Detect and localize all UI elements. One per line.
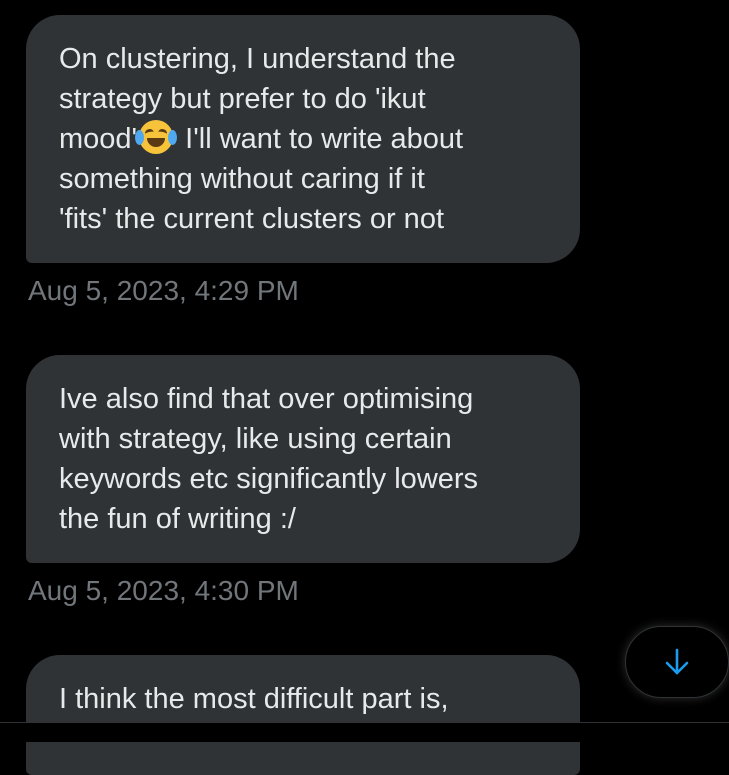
message-text-line: strategy but prefer to do 'ikut <box>59 83 426 115</box>
message-text-line: the fun of writing :/ <box>59 503 296 535</box>
message-text-line: keywords etc significantly lowers <box>59 463 479 495</box>
message-text-line: On clustering, I understand the <box>59 43 456 75</box>
message-text-segment: mood' <box>59 123 138 155</box>
message-timestamp: Aug 5, 2023, 4:29 PM <box>28 275 299 306</box>
composer-bar-edge <box>0 722 729 742</box>
message-text-line: with strategy, like using certain <box>59 423 452 455</box>
message-text-line-with-emoji: mood' I'll want to write about <box>59 119 547 159</box>
message-text-line: 'fits' the current clusters or not <box>59 203 445 235</box>
message-text-line: I think the most difficult part is, <box>59 683 449 715</box>
message-bubble[interactable]: I think the most difficult part is, <box>26 655 580 775</box>
message-bubble[interactable]: On clustering, I understand the strategy… <box>26 15 580 263</box>
message-timestamp: Aug 5, 2023, 4:30 PM <box>28 575 299 606</box>
message-text-segment: I'll want to write about <box>177 123 464 155</box>
scroll-to-bottom-button[interactable] <box>625 626 729 698</box>
face-with-tears-of-joy-icon <box>135 120 178 154</box>
message-bubble[interactable]: Ive also find that over optimising with … <box>26 355 580 563</box>
arrow-down-icon <box>665 648 689 675</box>
message-text-line: Ive also find that over optimising <box>59 383 474 415</box>
message-text-line: something without caring if it <box>59 163 425 195</box>
